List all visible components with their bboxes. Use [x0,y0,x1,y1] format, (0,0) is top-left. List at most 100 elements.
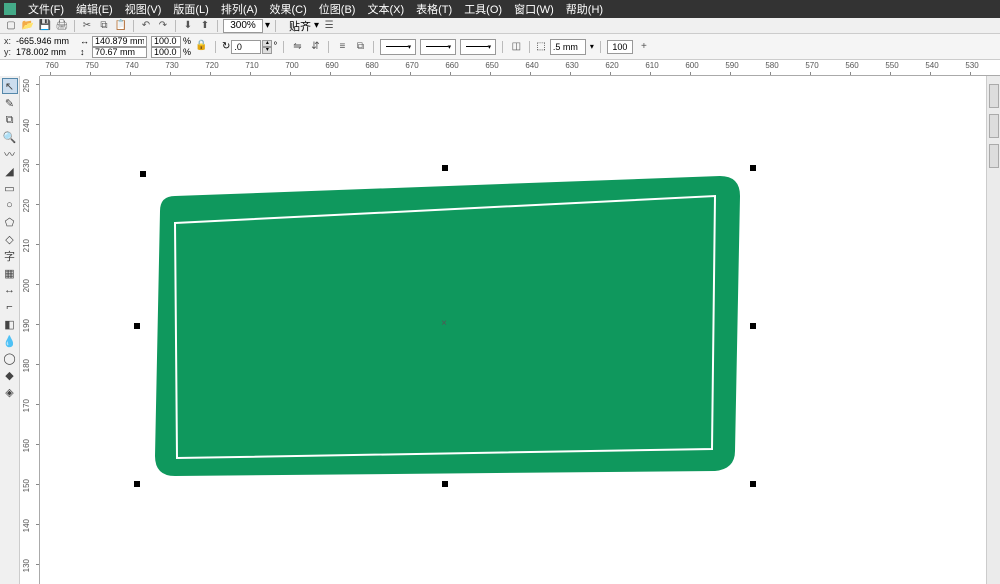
selection-handle-nw[interactable] [140,171,146,177]
standard-toolbar: ▢ 📂 💾 🖨 ✂ ⧉ 📋 ↶ ↷ ⬇ ⬆ ▾ 贴齐 ▾ ☰ [0,18,1000,34]
scale-y-input[interactable] [151,47,181,58]
docker-tab[interactable] [989,144,999,168]
toolbar-separator [74,20,75,32]
dropdown-icon[interactable]: ▾ [314,20,319,31]
mirror-v-icon[interactable]: ⇵ [308,40,322,54]
y-label: y: [4,47,14,58]
lock-ratio-icon[interactable]: 🔒 [195,40,209,54]
zoom-tool-icon[interactable]: 🔍 [2,129,18,145]
outline-width-input[interactable] [550,39,586,55]
freehand-tool-icon[interactable]: 〰 [2,146,18,162]
selection-handle-sw[interactable] [134,481,140,487]
position-group: x:-665.946 mm y:178.002 mm [4,36,76,58]
selection-handle-n[interactable] [442,165,448,171]
shape-tool-icon[interactable]: ✎ [2,95,18,111]
crop-tool-icon[interactable]: ⧉ [2,112,18,128]
docker-tab[interactable] [989,114,999,138]
menu-window[interactable]: 窗口(W) [508,1,560,17]
menu-help[interactable]: 帮助(H) [560,1,609,17]
spin-down-icon[interactable]: ▾ [262,47,272,54]
end-arrow-select[interactable]: ▾ [460,39,496,55]
toolbar-separator [600,41,601,53]
menu-table[interactable]: 表格(T) [410,1,458,17]
size-group: ↔ ↕ [80,36,147,58]
menu-tools[interactable]: 工具(O) [458,1,508,17]
selection-handle-se[interactable] [750,481,756,487]
x-label: x: [4,36,14,47]
connector-tool-icon[interactable]: ⌐ [2,299,18,315]
redo-icon[interactable]: ↷ [156,19,170,33]
outline-tool-icon[interactable]: ◯ [2,350,18,366]
toolbar-separator [283,41,284,53]
polygon-tool-icon[interactable]: ⬠ [2,214,18,230]
toolbar-separator [215,41,216,53]
docker-tab[interactable] [989,84,999,108]
basic-shapes-icon[interactable]: ◇ [2,231,18,247]
import-icon[interactable]: ⬇ [181,19,195,33]
order-icon[interactable]: ⧉ [353,40,367,54]
selection-handle-s[interactable] [442,481,448,487]
menu-arrange[interactable]: 排列(A) [215,1,264,17]
menu-effects[interactable]: 效果(C) [264,1,313,17]
toolbar-separator [328,41,329,53]
interactive-fill-icon[interactable]: ◈ [2,384,18,400]
table-tool-icon[interactable]: ▦ [2,265,18,281]
ellipse-tool-icon[interactable]: ○ [2,197,18,213]
mirror-h-icon[interactable]: ⇋ [290,40,304,54]
scale-x-input[interactable] [151,36,181,47]
spin-up-icon[interactable]: ▴ [262,40,272,47]
print-icon[interactable]: 🖨 [55,19,69,33]
dropdown-icon[interactable]: ▾ [265,20,270,31]
text-tool-icon[interactable]: 字 [2,248,18,264]
pick-tool-icon[interactable]: ↖ [2,78,18,94]
y-value[interactable]: 178.002 mm [16,47,76,58]
toolbox: ↖ ✎ ⧉ 🔍 〰 ◢ ▭ ○ ⬠ ◇ 字 ▦ ↔ ⌐ ◧ 💧 ◯ ◆ ◈ [0,76,20,584]
snap-label[interactable]: 贴齐 [289,18,311,34]
paste-icon[interactable]: 📋 [114,19,128,33]
zoom-input[interactable] [223,19,263,33]
rotation-group: ↻ ▴ ▾ ° [222,40,277,54]
property-bar: x:-665.946 mm y:178.002 mm ↔ ↕ % % 🔒 ↻ ▴… [0,34,1000,60]
rectangle-tool-icon[interactable]: ▭ [2,180,18,196]
menu-view[interactable]: 视图(V) [119,1,168,17]
wrap-icon[interactable]: ◫ [509,40,523,54]
x-value[interactable]: -665.946 mm [16,36,76,47]
outline-width-icon: ⬚ [536,41,545,52]
copy-icon[interactable]: ⧉ [97,19,111,33]
right-docker [986,76,1000,584]
start-arrow-select[interactable]: ▾ [380,39,416,55]
degree-label: ° [273,41,277,52]
selection-handle-e[interactable] [750,323,756,329]
open-icon[interactable]: 📂 [21,19,35,33]
duplicate-count-input[interactable] [607,40,633,54]
menu-text[interactable]: 文本(X) [361,1,410,17]
align-icon[interactable]: ≡ [335,40,349,54]
selection-center-icon[interactable]: × [440,319,448,327]
eyedropper-tool-icon[interactable]: 💧 [2,333,18,349]
new-doc-icon[interactable]: ▢ [4,19,18,33]
save-icon[interactable]: 💾 [38,19,52,33]
interactive-tool-icon[interactable]: ◧ [2,316,18,332]
selected-object[interactable]: × [140,171,750,481]
menu-layout[interactable]: 版面(L) [167,1,214,17]
menu-edit[interactable]: 编辑(E) [70,1,119,17]
line-style-select[interactable]: ▾ [420,39,456,55]
canvas-area[interactable]: × [40,76,986,584]
rotation-input[interactable] [231,40,261,54]
toolbar-separator [217,20,218,32]
width-input[interactable] [92,36,147,47]
options-icon[interactable]: ☰ [322,19,336,33]
dropdown-icon[interactable]: ▾ [590,42,594,51]
smart-fill-icon[interactable]: ◢ [2,163,18,179]
add-icon[interactable]: + [637,40,651,54]
dimension-tool-icon[interactable]: ↔ [2,282,18,298]
selection-handle-w[interactable] [134,323,140,329]
fill-tool-icon[interactable]: ◆ [2,367,18,383]
selection-handle-ne[interactable] [750,165,756,171]
height-input[interactable] [92,47,147,58]
cut-icon[interactable]: ✂ [80,19,94,33]
undo-icon[interactable]: ↶ [139,19,153,33]
export-icon[interactable]: ⬆ [198,19,212,33]
menu-bitmap[interactable]: 位图(B) [313,1,362,17]
menu-file[interactable]: 文件(F) [22,1,70,17]
